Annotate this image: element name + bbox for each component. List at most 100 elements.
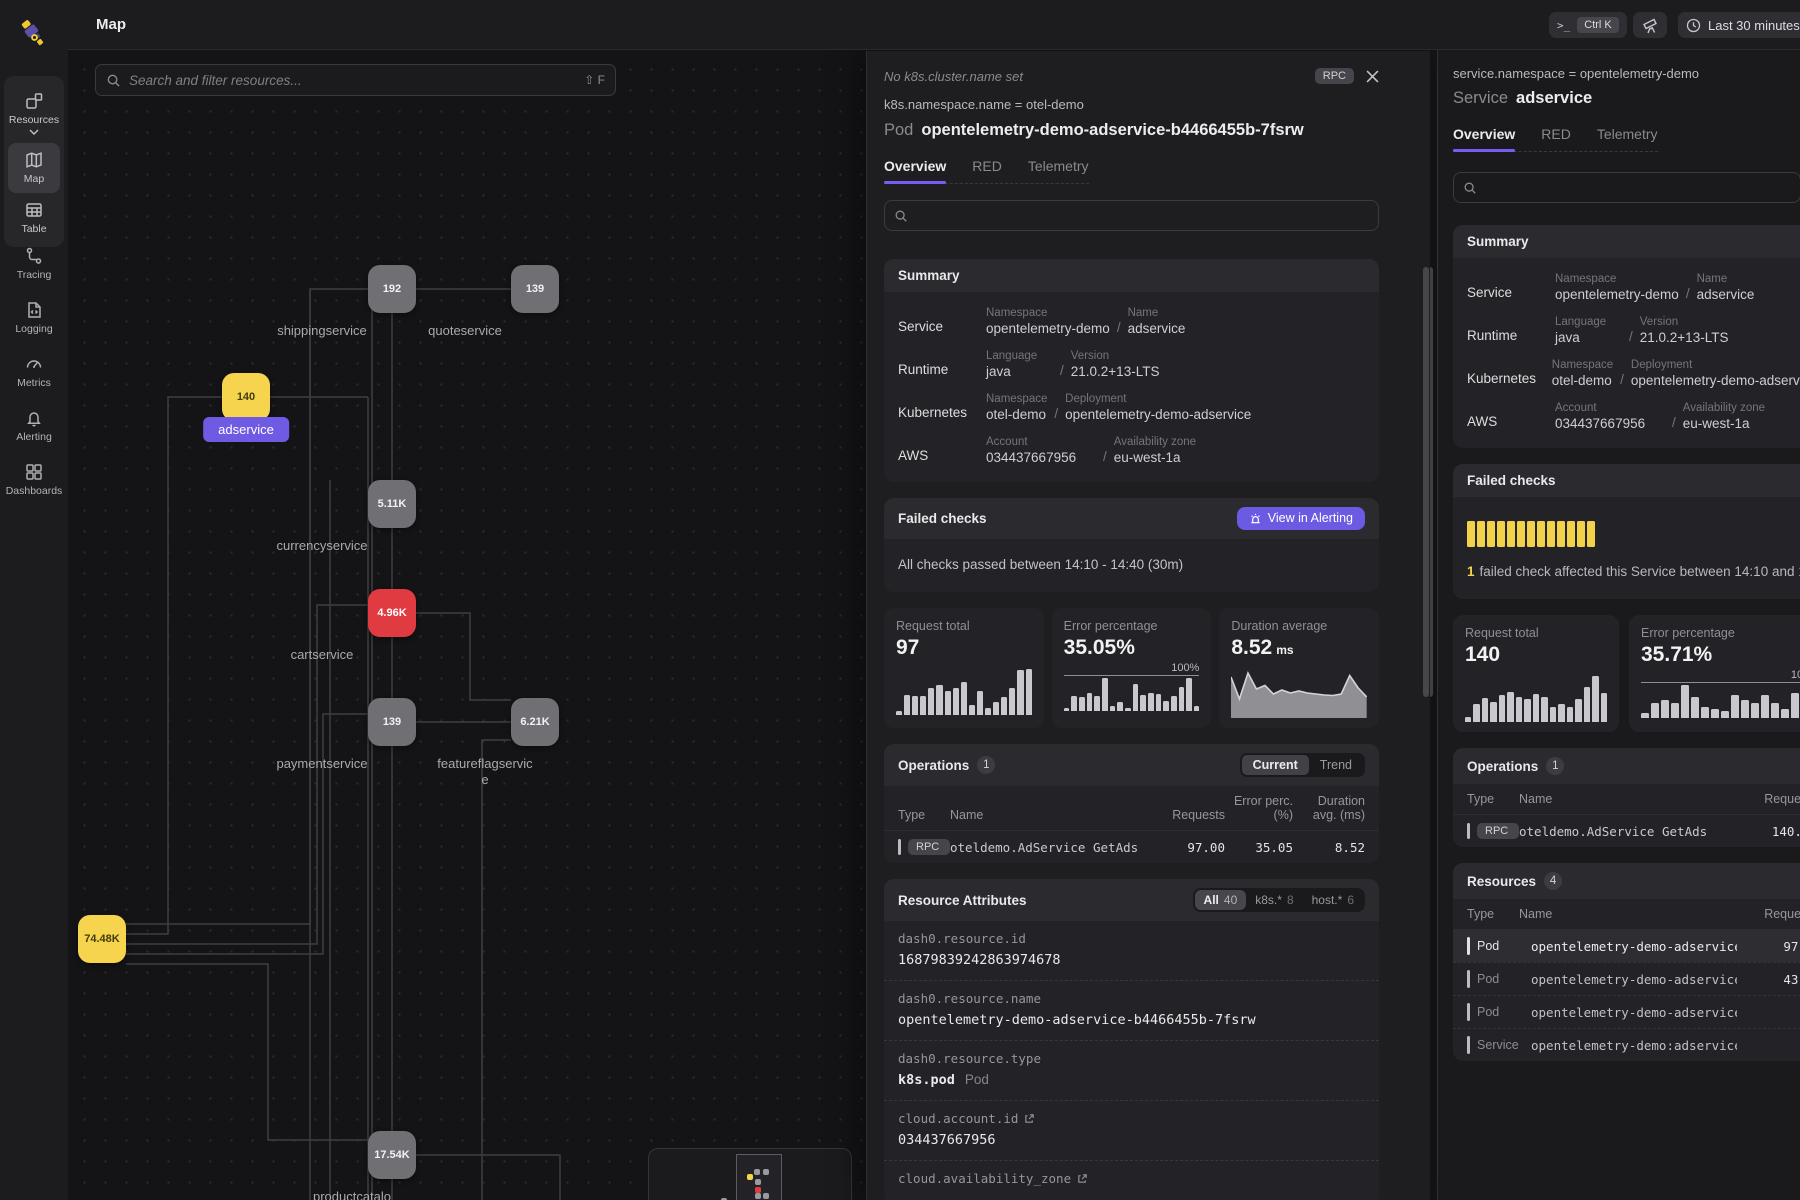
attribute-row: dash0.resource.type k8s.podPod	[884, 1040, 1379, 1100]
tab-red[interactable]: RED	[972, 158, 1002, 183]
map-icon	[24, 150, 44, 170]
sidebar-item-alerting[interactable]: Alerting	[4, 408, 64, 443]
search-icon	[894, 209, 908, 223]
attribute-row: cloud.account.id 034437667956	[884, 1100, 1379, 1160]
request-total-sparkline	[896, 669, 1032, 715]
failed-checks-card: Failed checks 1failed check affected thi…	[1453, 464, 1800, 599]
operations-title: Operations	[898, 758, 969, 773]
minimap[interactable]	[648, 1148, 852, 1200]
failed-checks-segments	[1467, 521, 1800, 547]
tab-telemetry[interactable]: Telemetry	[1028, 158, 1089, 183]
map-search-input[interactable]	[129, 73, 576, 88]
map-node-productcatalogservice[interactable]: 17.54K	[368, 1131, 416, 1179]
summary-card: Summary Service Namespaceopentelemetry-d…	[884, 259, 1379, 482]
resources-count: 4	[1544, 872, 1562, 890]
sidebar-item-label: Map	[24, 173, 44, 185]
clock-icon	[1686, 18, 1701, 33]
sidebar-item-table[interactable]: Table	[8, 193, 60, 243]
sidebar: Resources Map Table Tracing Logging	[0, 0, 68, 1200]
operations-card: Operations 1 Current Trend Type Name Req…	[884, 744, 1379, 863]
sidebar-group-resources: Resources Map Table	[4, 76, 64, 247]
tab-overview[interactable]: Overview	[884, 158, 946, 183]
request-total-sparkline	[1465, 676, 1607, 722]
search-shortcut-hint: ⇧ F	[584, 73, 605, 87]
failed-checks-message: All checks passed between 14:10 - 14:40 …	[884, 539, 1379, 592]
service-panel-search[interactable]	[1453, 172, 1800, 203]
view-in-alerting-button[interactable]: View in Alerting	[1237, 507, 1365, 530]
resource-row[interactable]: Pod opentelemetry-demo-adservice-b…	[1453, 995, 1800, 1028]
sidebar-item-tracing[interactable]: Tracing	[4, 246, 64, 281]
namespace-line: service.namespace = opentelemetry-demo	[1453, 66, 1800, 81]
resource-attributes-card: Resource Attributes All40 k8s.*8 host.*6…	[884, 879, 1379, 1200]
filter-all[interactable]: All40	[1195, 890, 1247, 910]
duration-area-chart	[1231, 668, 1367, 718]
pod-detail-panel: No k8s.cluster.name set RPC k8s.namespac…	[866, 51, 1430, 1200]
resource-row[interactable]: Pod opentelemetry-demo-adservice-b… 43.0…	[1453, 962, 1800, 995]
external-link-icon[interactable]	[1077, 1173, 1088, 1184]
tab-overview[interactable]: Overview	[1453, 126, 1515, 151]
sidebar-item-dashboards[interactable]: Dashboards	[4, 462, 64, 497]
map-node-label: cartservice	[252, 647, 392, 663]
sidebar-item-label: Table	[21, 223, 46, 235]
rpc-badge: RPC	[1477, 823, 1519, 839]
summary-row-runtime: Runtime Languagejava / Version21.0.2+13-…	[1453, 309, 1800, 352]
map-node-label: shippingservice	[252, 323, 392, 339]
sidebar-item-metrics[interactable]: Metrics	[4, 354, 64, 389]
operations-card: Operations 1 Type Name Requests RPC otel…	[1453, 748, 1800, 847]
close-icon[interactable]	[1366, 70, 1379, 83]
tab-telemetry[interactable]: Telemetry	[1597, 126, 1658, 151]
topbar: Map >_ Ctrl K Last 30 minutes	[68, 0, 1800, 50]
error-percentage-sparkline	[1641, 685, 1800, 718]
failed-checks-card: Failed checks View in Alerting All check…	[884, 498, 1379, 592]
map-node-label: productcatalogservice	[312, 1189, 392, 1200]
error-percentage-card: Error percentage 35.05% 100%	[1052, 608, 1212, 728]
pod-panel-search[interactable]	[884, 200, 1379, 231]
map-node-cartservice[interactable]: 4.96K	[368, 589, 416, 637]
resource-kind: Pod	[884, 121, 913, 139]
terminal-icon: >_	[1557, 19, 1570, 32]
map-node-selected-chip[interactable]: adservice	[203, 417, 289, 442]
logging-icon	[24, 300, 44, 320]
pod-tabs: Overview RED Telemetry	[884, 158, 1089, 184]
search-icon	[1463, 181, 1477, 195]
request-total-card: Request total 140	[1453, 615, 1619, 732]
sidebar-item-map[interactable]: Map	[8, 143, 60, 193]
resource-row[interactable]: Pod opentelemetry-demo-adservice-b… 97.0…	[1453, 930, 1800, 962]
failed-checks-title: Failed checks	[1453, 464, 1800, 497]
operations-count: 1	[977, 756, 995, 774]
explore-button[interactable]	[1633, 12, 1667, 38]
map-node-shippingservice[interactable]: 192	[368, 265, 416, 313]
operations-title: Operations	[1467, 759, 1538, 774]
rpc-badge: RPC	[908, 839, 950, 855]
external-link-icon[interactable]	[1024, 1113, 1035, 1124]
map-node-paymentservice[interactable]: 139	[368, 698, 416, 746]
drawer-scrollbar[interactable]	[1423, 267, 1429, 697]
sidebar-item-resources[interactable]: Resources	[8, 84, 60, 143]
map-node-adservice[interactable]: 140	[222, 373, 270, 421]
sidebar-item-label: Resources	[9, 114, 59, 126]
namespace-line: k8s.namespace.name = otel-demo	[884, 97, 1379, 112]
time-range-button[interactable]: Last 30 minutes	[1678, 12, 1800, 38]
operation-row[interactable]: RPC oteldemo.AdService GetAds 140.00	[1453, 815, 1800, 847]
app-logo[interactable]	[16, 16, 50, 50]
toggle-current[interactable]: Current	[1242, 755, 1309, 775]
map-node-quoteservice[interactable]: 139	[511, 265, 559, 313]
tab-red[interactable]: RED	[1541, 126, 1571, 151]
attribute-row: dash0.resource.id 16879839242863974678	[884, 921, 1379, 980]
map-node-currencyservice[interactable]: 5.11K	[368, 480, 416, 528]
toggle-trend[interactable]: Trend	[1309, 755, 1363, 775]
resource-row[interactable]: Service opentelemetry-demo:adservice	[1453, 1028, 1800, 1061]
sidebar-item-logging[interactable]: Logging	[4, 300, 64, 335]
map-search-bar[interactable]: ⇧ F	[95, 64, 616, 96]
filter-k8s[interactable]: k8s.*8	[1246, 890, 1302, 910]
resources-title: Resources	[1467, 874, 1536, 889]
map-node-frontend[interactable]: 74.48K	[78, 915, 126, 963]
failed-checks-title: Failed checks	[898, 511, 987, 526]
summary-row-aws: AWS Account034437667956 / Availability z…	[1453, 395, 1800, 438]
filter-host[interactable]: host.*6	[1303, 890, 1363, 910]
bell-icon	[24, 408, 44, 428]
operation-row[interactable]: RPC oteldemo.AdService GetAds 97.00 35.0…	[884, 831, 1379, 863]
resource-title: opentelemetry-demo-adservice-b4466455b-7…	[921, 121, 1303, 139]
command-palette-button[interactable]: >_ Ctrl K	[1549, 12, 1627, 38]
map-node-featureflagservice[interactable]: 6.21K	[511, 698, 559, 746]
